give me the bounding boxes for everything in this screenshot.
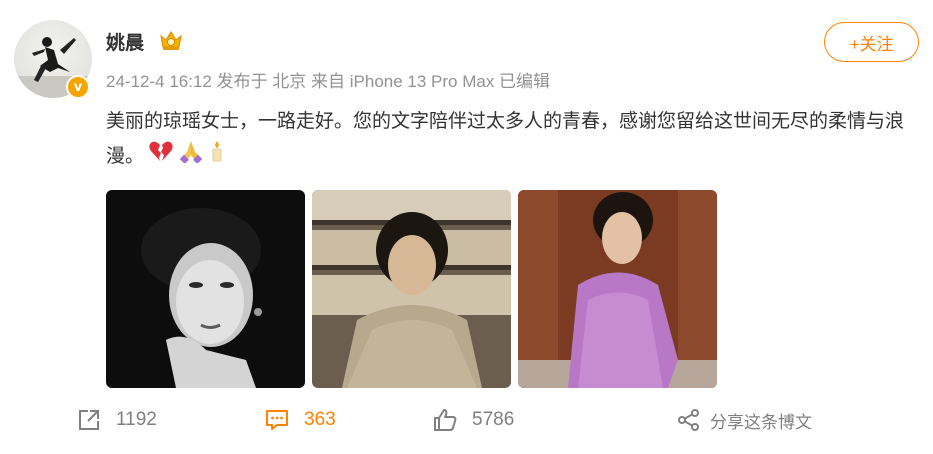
like-button[interactable]: 5786	[432, 400, 514, 440]
post-content: 美丽的琼瑶女士，一路走好。您的文字陪伴过太多人的青春，感谢您留给这世间无尽的柔情…	[106, 105, 926, 175]
praying-hands-icon	[178, 139, 204, 175]
action-bar: 1192 363 5786 分享这条博文	[0, 400, 933, 440]
comment-count: 363	[304, 409, 336, 430]
comment-icon	[266, 410, 288, 430]
share-icon	[678, 409, 699, 431]
share-button[interactable]: 分享这条博文	[676, 400, 812, 440]
candle-icon	[208, 139, 226, 175]
photo-2[interactable]	[312, 190, 511, 388]
share-label: 分享这条博文	[710, 412, 812, 432]
comment-button[interactable]: 363	[264, 400, 336, 440]
thumbs-up-icon	[434, 409, 457, 431]
repost-button[interactable]: 1192	[76, 400, 157, 440]
photo-1[interactable]	[106, 190, 305, 388]
follow-button[interactable]: +关注	[824, 22, 919, 62]
username[interactable]: 姚晨	[106, 28, 144, 55]
repost-count: 1192	[116, 409, 157, 430]
photo-grid	[106, 190, 717, 388]
repost-icon	[79, 410, 99, 430]
photo-3[interactable]	[518, 190, 717, 388]
like-count: 5786	[472, 409, 515, 430]
post-meta: 24-12-4 16:12 发布于 北京 来自 iPhone 13 Pro Ma…	[106, 72, 551, 91]
broken-heart-icon	[148, 139, 174, 175]
crown-level-icon[interactable]	[158, 28, 184, 52]
verified-badge: v	[66, 75, 90, 99]
